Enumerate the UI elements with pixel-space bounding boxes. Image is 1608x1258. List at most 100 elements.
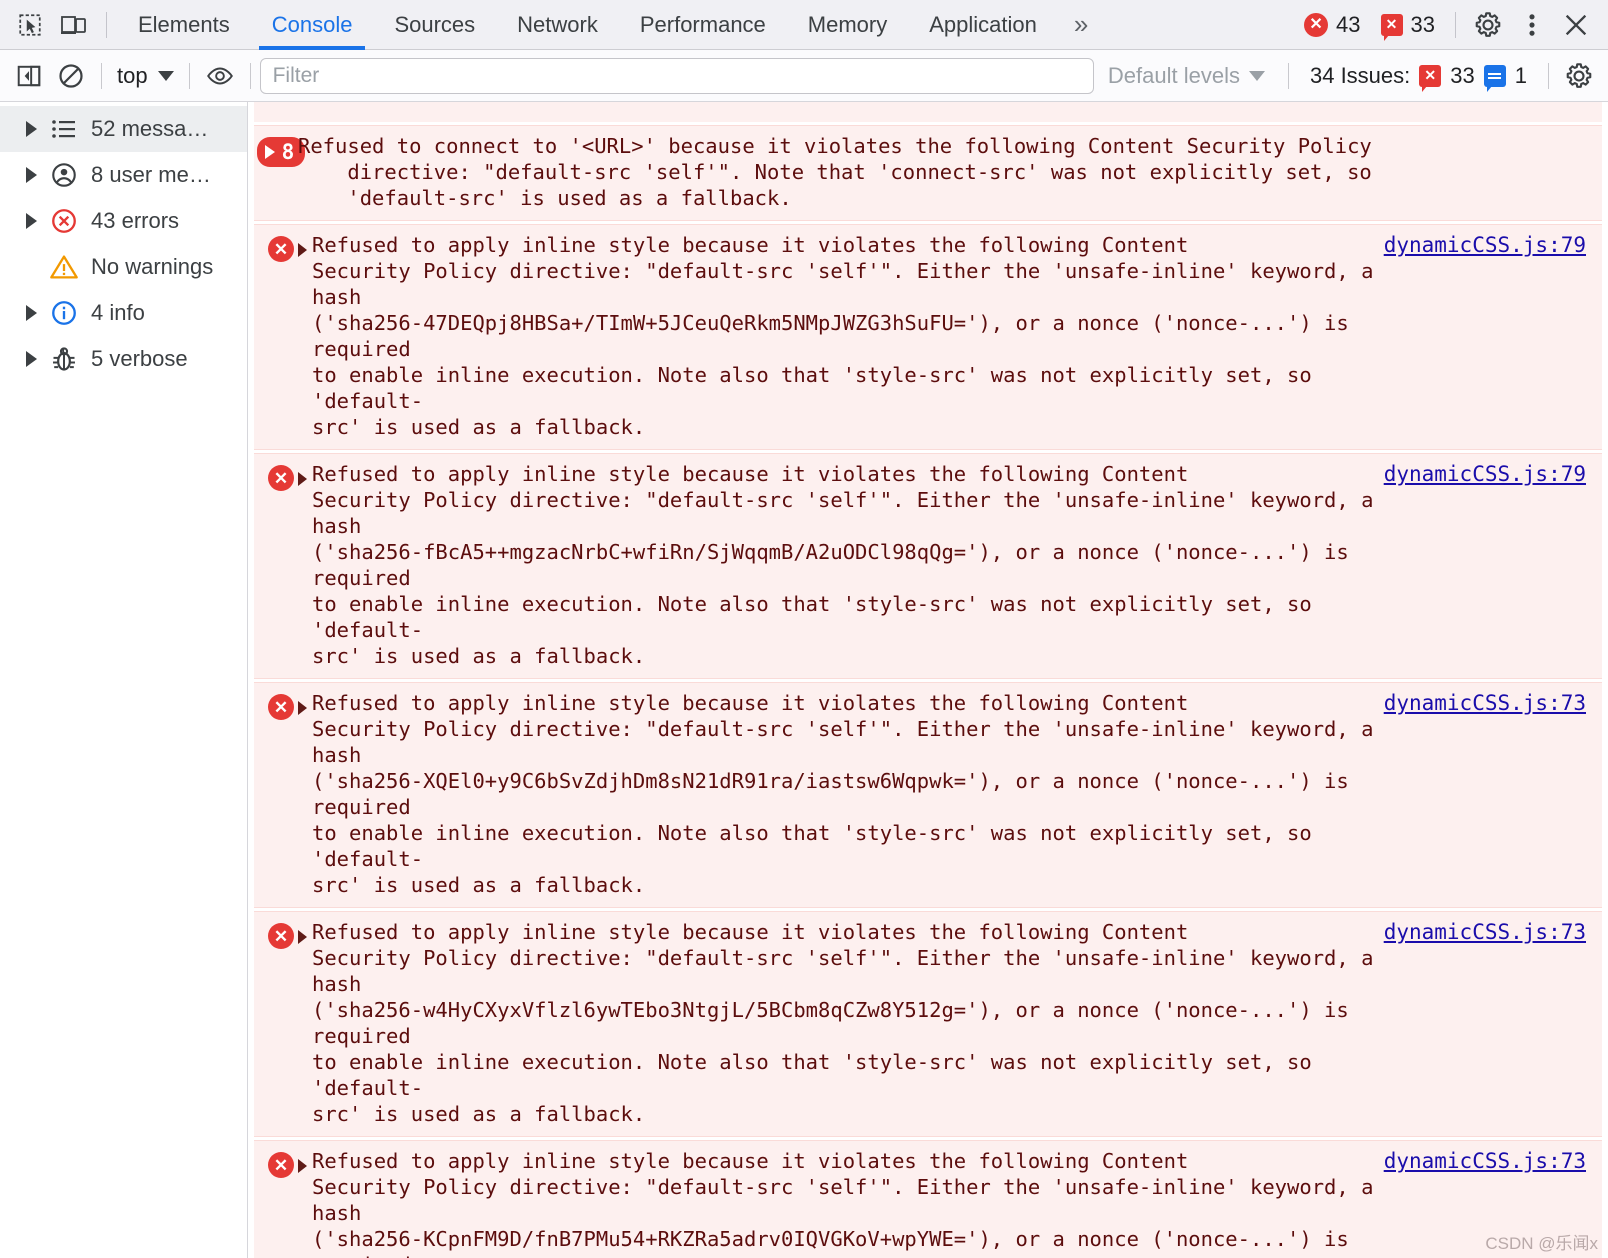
- issue-info-icon: [1483, 64, 1506, 92]
- devtools-tabbar: Elements Console Sources Network Perform…: [0, 0, 1608, 50]
- device-toolbar-icon[interactable]: [52, 3, 96, 47]
- console-body: 52 messa… 8 user me… 43 errors No warnin…: [0, 102, 1608, 1258]
- tab-label: Network: [517, 11, 598, 37]
- sidebar-item-label: No warnings: [91, 254, 214, 279]
- source-link[interactable]: dynamicCSS.js:73: [1384, 690, 1594, 715]
- console-message-partial: [254, 102, 1602, 122]
- console-message-error[interactable]: ✕ Refused to apply inline style because …: [254, 453, 1602, 679]
- clear-console-icon[interactable]: [50, 55, 92, 97]
- expand-triangle-icon[interactable]: [26, 213, 37, 229]
- expand-triangle-icon[interactable]: [298, 930, 307, 944]
- error-icon-wrap: ✕: [264, 1148, 298, 1178]
- toolbar-divider: [1548, 62, 1549, 89]
- tab-label: Elements: [138, 11, 230, 37]
- source-link[interactable]: dynamicCSS.js:73: [1384, 919, 1594, 944]
- warning-triangle-icon: [49, 252, 79, 282]
- user-icon: [49, 160, 79, 190]
- sidebar-item-warnings[interactable]: No warnings: [0, 244, 247, 290]
- expand-triangle-icon[interactable]: [26, 305, 37, 321]
- console-message-error[interactable]: ✕ Refused to apply inline style because …: [254, 682, 1602, 908]
- toolbar-divider: [188, 62, 190, 89]
- console-message-error[interactable]: ✕ Refused to apply inline style because …: [254, 1140, 1602, 1258]
- console-message-text: Refused to apply inline style because it…: [312, 233, 1374, 439]
- tab-application[interactable]: Application: [908, 0, 1058, 50]
- sidebar-item-user-messages[interactable]: 8 user me…: [0, 152, 247, 198]
- sidebar-item-verbose[interactable]: 5 verbose: [0, 336, 247, 382]
- error-count-value: 43: [1336, 11, 1361, 37]
- console-message-text: Refused to apply inline style because it…: [312, 920, 1374, 1126]
- issue-square-icon: ✕: [1380, 13, 1403, 41]
- sidebar-item-info[interactable]: 4 info: [0, 290, 247, 336]
- error-circle-icon: ✕: [268, 1152, 294, 1178]
- tab-sources[interactable]: Sources: [373, 0, 496, 50]
- log-levels-label: Default levels: [1107, 62, 1240, 88]
- console-settings-gear-icon[interactable]: [1558, 55, 1600, 97]
- live-expression-icon[interactable]: [199, 55, 241, 97]
- close-icon[interactable]: [1554, 3, 1598, 47]
- sidebar-item-label: 52 messa…: [91, 116, 209, 141]
- expand-triangle-icon[interactable]: [298, 243, 307, 257]
- console-message-text: Refused to connect to '<URL>' because it…: [298, 134, 1372, 210]
- sidebar-item-label: 5 verbose: [91, 346, 188, 371]
- error-circle-icon: ✕: [268, 236, 294, 262]
- console-message-list[interactable]: 8 Refused to connect to '<URL>' because …: [248, 102, 1608, 1258]
- show-console-sidebar-icon[interactable]: [8, 55, 50, 97]
- tabbar-right-group: ✕ 43 ✕ 33: [1294, 3, 1608, 47]
- error-circle-icon: [49, 206, 79, 236]
- expand-triangle-icon: [264, 145, 275, 159]
- sidebar-item-messages[interactable]: 52 messa…: [0, 106, 247, 152]
- tab-label: Memory: [807, 11, 888, 37]
- issues-error-count: 33: [1450, 62, 1475, 88]
- toolbar-divider: [106, 11, 107, 38]
- issue-square-icon: ✕: [1419, 64, 1442, 92]
- log-levels-selector[interactable]: Default levels: [1094, 63, 1279, 89]
- filter-input[interactable]: [259, 57, 1094, 94]
- console-message-group[interactable]: 8 Refused to connect to '<URL>' because …: [254, 125, 1602, 221]
- issue-count-value: 33: [1410, 11, 1435, 37]
- execution-context-selector[interactable]: top: [111, 63, 180, 89]
- chevron-down-icon: [157, 70, 174, 81]
- tab-console[interactable]: Console: [251, 0, 374, 50]
- sidebar-item-errors[interactable]: 43 errors: [0, 198, 247, 244]
- tab-memory[interactable]: Memory: [787, 0, 908, 50]
- issues-summary[interactable]: 34 Issues: ✕ 33 1: [1298, 62, 1539, 92]
- expand-triangle-icon[interactable]: [26, 121, 37, 137]
- inspect-element-icon[interactable]: [8, 3, 52, 47]
- expand-triangle-icon[interactable]: [26, 351, 37, 367]
- more-tabs-icon[interactable]: »: [1058, 9, 1104, 40]
- expand-triangle-icon[interactable]: [26, 167, 37, 183]
- gear-icon[interactable]: [1466, 3, 1510, 47]
- toolbar-divider: [101, 62, 102, 89]
- tab-performance[interactable]: Performance: [619, 0, 787, 50]
- console-message-error[interactable]: ✕ Refused to apply inline style because …: [254, 224, 1602, 450]
- info-circle-icon: [49, 298, 79, 328]
- console-filter-toolbar: top Default levels 34 Issues: ✕ 33 1: [0, 50, 1608, 102]
- source-link[interactable]: dynamicCSS.js:79: [1384, 461, 1594, 486]
- tab-elements[interactable]: Elements: [117, 0, 251, 50]
- devtools-window: Elements Console Sources Network Perform…: [0, 0, 1608, 1258]
- console-message-text: Refused to apply inline style because it…: [312, 1149, 1374, 1258]
- toolbar-divider: [1287, 62, 1289, 89]
- issue-count-badge[interactable]: ✕ 33: [1371, 11, 1445, 41]
- source-link[interactable]: dynamicCSS.js:73: [1384, 1148, 1594, 1173]
- toolbar-divider: [1455, 11, 1456, 38]
- console-message-error[interactable]: ✕ Refused to apply inline style because …: [254, 911, 1602, 1137]
- tab-network[interactable]: Network: [496, 0, 619, 50]
- expand-triangle-icon[interactable]: [298, 1159, 307, 1173]
- issues-info-count: 1: [1514, 62, 1527, 88]
- tab-label: Sources: [394, 11, 476, 37]
- tab-label: Console: [271, 11, 353, 37]
- bug-icon: [49, 344, 79, 374]
- expand-triangle-icon[interactable]: [298, 701, 307, 715]
- error-count-badge[interactable]: ✕ 43: [1294, 12, 1370, 38]
- expand-triangle-icon[interactable]: [298, 472, 307, 486]
- error-circle-icon: ✕: [268, 465, 294, 491]
- source-link[interactable]: dynamicCSS.js:79: [1384, 232, 1594, 257]
- console-sidebar: 52 messa… 8 user me… 43 errors No warnin…: [0, 102, 248, 1258]
- list-icon: [49, 114, 79, 144]
- tab-label: Application: [929, 11, 1037, 37]
- chevron-down-icon: [1248, 70, 1265, 81]
- kebab-menu-icon[interactable]: [1510, 3, 1554, 47]
- sidebar-item-label: 4 info: [91, 300, 145, 325]
- group-badge-wrap: 8: [256, 133, 306, 167]
